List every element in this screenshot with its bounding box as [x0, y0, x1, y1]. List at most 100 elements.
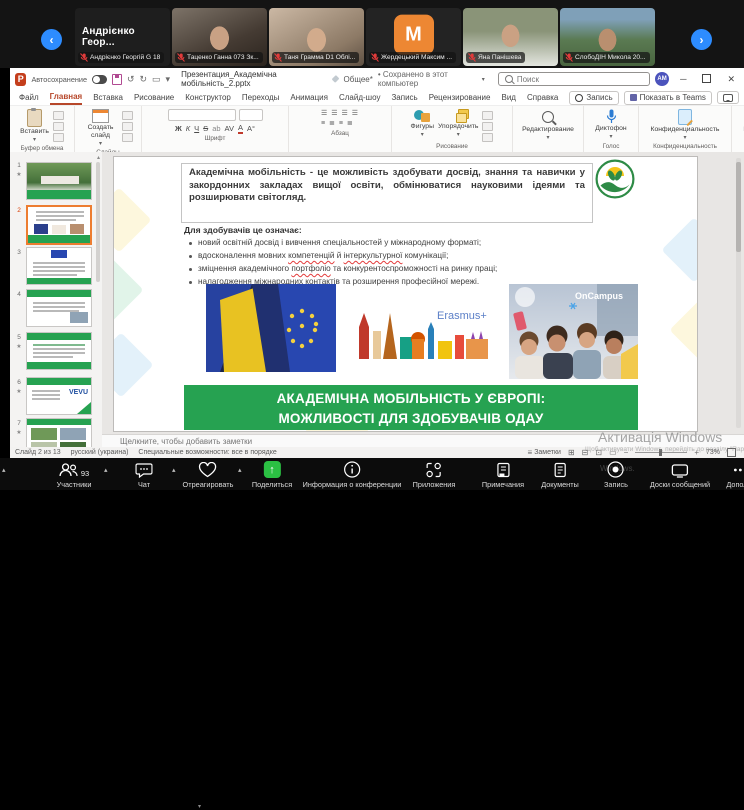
audio-caret-icon[interactable]: ▴	[2, 466, 6, 474]
slide-thumbnail[interactable]	[26, 332, 92, 370]
slides-small-buttons[interactable]	[122, 109, 133, 142]
slide-thumbnail[interactable]	[26, 418, 92, 447]
slide-thumbnail[interactable]	[26, 162, 92, 200]
participants-button[interactable]: 93 Участники	[57, 461, 92, 489]
gallery-next-button[interactable]: ›	[691, 29, 712, 50]
search-input[interactable]: Поиск	[498, 72, 650, 86]
tab-help[interactable]: Справка	[527, 91, 558, 104]
video-tile[interactable]: Таня Грамма D1 Облі...	[269, 8, 364, 66]
whiteboards-button[interactable]: Доски сообщений	[650, 461, 710, 489]
slide-thumbnail[interactable]	[26, 289, 92, 327]
record-button[interactable]: Запись	[569, 91, 618, 105]
tab-design[interactable]: Конструктор	[185, 91, 231, 104]
underline-button[interactable]: Ч	[194, 124, 199, 133]
slide-thumbnail[interactable]: VEVU	[26, 377, 92, 415]
video-tile[interactable]: Яна Панішева	[463, 8, 558, 66]
zoom-video-strip: ‹ Андрієнко Геор... Андрієнко Георгій G …	[0, 0, 744, 68]
language-indicator[interactable]: русский (украина)	[71, 449, 129, 456]
erasmus-plus-image[interactable]: Erasmus+	[353, 297, 493, 367]
tab-home[interactable]: Главная	[50, 90, 83, 105]
account-avatar[interactable]: АМ	[655, 72, 669, 86]
tab-file[interactable]: Файл	[19, 91, 39, 104]
chat-button[interactable]: Чат	[136, 461, 153, 489]
chat-caret-icon[interactable]: ▴	[172, 466, 176, 474]
thumbs-scrollbar[interactable]	[96, 162, 100, 282]
tab-draw[interactable]: Рисование	[134, 91, 174, 104]
reactions-caret-icon[interactable]: ▴	[238, 466, 242, 474]
slide-thumbnail[interactable]	[26, 247, 92, 285]
tab-insert[interactable]: Вставка	[93, 91, 123, 104]
students-selfie-image[interactable]: OnCampus	[509, 284, 638, 379]
share-screen-button[interactable]: ↑ Поделиться	[252, 461, 292, 489]
sensitivity-button[interactable]: Конфиденциальность▾	[651, 109, 720, 142]
editing-button[interactable]: Редактирование▾	[522, 109, 574, 142]
bold-button[interactable]: Ж	[175, 124, 182, 133]
clear-format-button[interactable]: A°	[247, 124, 255, 133]
tab-view[interactable]: Вид	[501, 91, 515, 104]
video-tile[interactable]: М Жердецький Максим ...	[366, 8, 461, 66]
slide-banner[interactable]: АКАДЕМІЧНА МОБІЛЬНІСТЬ У ЄВРОПІ: МОЖЛИВО…	[184, 385, 638, 430]
clipboard-small-buttons[interactable]	[53, 109, 64, 142]
list-buttons[interactable]: ☰ ☰ ☰ ☰≡ ≣ ≡ ≣	[321, 109, 359, 129]
font-color-button[interactable]: A	[238, 123, 243, 134]
tab-review[interactable]: Рецензирование	[429, 91, 491, 104]
apps-icon	[426, 462, 442, 478]
apps-button[interactable]: Приложения	[413, 461, 456, 489]
tab-slideshow[interactable]: Слайд-шоу	[339, 91, 380, 104]
font-format-buttons: Ж К Ч S ab AV A A°	[175, 123, 255, 134]
slide-canvas[interactable]: Академічна мобільність - це можливість з…	[113, 156, 698, 432]
dictate-button[interactable]: Диктофон▾	[595, 109, 626, 141]
undo-icon[interactable]: ↺	[127, 74, 135, 85]
paste-button[interactable]: Вставить▾	[20, 109, 49, 144]
more-button[interactable]: Допол...	[726, 461, 744, 489]
documents-button[interactable]: Документы	[541, 461, 579, 489]
drawing-group: Фигуры▾ Упорядочить▾ Рисование	[392, 106, 513, 152]
ukraine-eu-flags-image[interactable]	[206, 284, 336, 372]
video-tile[interactable]: Андрієнко Геор... Андрієнко Георгій G 18	[75, 8, 170, 66]
close-button[interactable]: ✕	[722, 74, 740, 85]
record-button[interactable]: Запись	[604, 461, 628, 489]
gallery-prev-button[interactable]: ‹	[41, 29, 62, 50]
saved-caret-icon[interactable]: ▾	[482, 76, 485, 83]
font-name-input[interactable]	[168, 109, 236, 121]
italic-button[interactable]: К	[186, 124, 190, 133]
notes-collapse-icon[interactable]: ▾	[198, 803, 201, 810]
notes-toggle-button[interactable]: ≡Заметки	[528, 448, 561, 457]
tab-record[interactable]: Запись	[391, 91, 417, 104]
new-slide-button[interactable]: Создать слайд▾	[84, 109, 118, 148]
font-size-input[interactable]	[239, 109, 263, 121]
meeting-info-button[interactable]: Информация о конференции	[303, 461, 402, 489]
shapes-button[interactable]: Фигуры▾	[411, 109, 434, 139]
strikethrough-button[interactable]: S	[203, 124, 208, 133]
tab-transitions[interactable]: Переходы	[242, 91, 280, 104]
reactions-button[interactable]: Отреагировать	[183, 461, 234, 489]
maximize-button[interactable]	[697, 74, 716, 85]
tab-animations[interactable]: Анимация	[290, 91, 328, 104]
thumbs-scroll-up-icon[interactable]: ▴	[97, 154, 100, 161]
arrange-button[interactable]: Упорядочить▾	[438, 109, 478, 139]
minimize-button[interactable]: ─	[675, 74, 691, 84]
accessibility-status[interactable]: Специальные возможности: все в порядке	[138, 449, 276, 456]
quick-styles-buttons[interactable]	[482, 109, 493, 142]
participants-caret-icon[interactable]: ▴	[104, 466, 108, 474]
slide-thumbnail-selected[interactable]	[26, 205, 92, 245]
save-icon[interactable]	[112, 74, 122, 85]
comments-button[interactable]	[717, 91, 739, 104]
redo-icon[interactable]: ↻	[139, 74, 147, 85]
char-spacing-button[interactable]: AV	[225, 124, 234, 133]
canvas-scrollbar[interactable]	[736, 158, 741, 428]
text-shadow-button[interactable]: ab	[212, 124, 220, 133]
addins-group: Надстройки Надстройки	[732, 106, 744, 152]
normal-view-icon[interactable]: ⊞	[568, 448, 575, 457]
video-tile[interactable]: СлобоДІН Микола 20...	[560, 8, 655, 66]
autosave-toggle[interactable]	[92, 75, 107, 84]
qat-more-icon[interactable]: ▾	[166, 74, 171, 85]
present-in-teams-button[interactable]: Показать в Teams	[624, 91, 712, 105]
ribbon-tabs: Файл Главная Вставка Рисование Конструкт…	[10, 90, 744, 106]
video-tile[interactable]: Таценко Ганна 073 Зк...	[172, 8, 267, 66]
slide-text-box[interactable]: Академічна мобільність - це можливість з…	[181, 163, 593, 223]
notes-button[interactable]: Примечания	[482, 461, 524, 489]
saved-status[interactable]: • Сохранено в этот компьютер	[378, 70, 477, 88]
sensitivity-badge[interactable]: Общее*	[344, 75, 373, 84]
slideshow-icon[interactable]: ▭	[152, 74, 161, 85]
